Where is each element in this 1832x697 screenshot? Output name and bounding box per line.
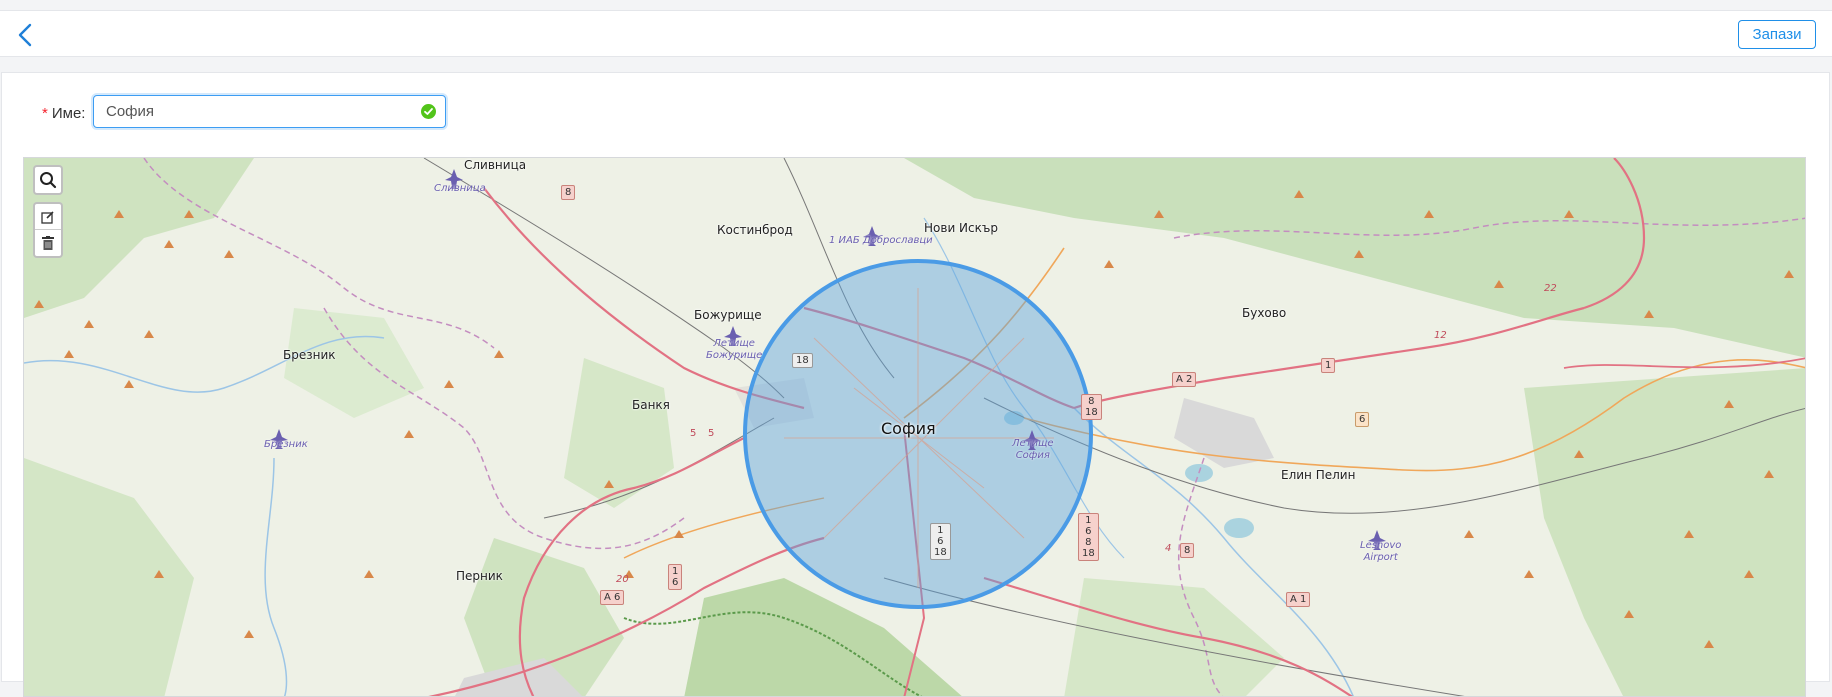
airport-label: 1 ИАБ Доброславци (829, 235, 933, 246)
road-number: 4 (1165, 543, 1172, 554)
road-shield: 1 6 (668, 564, 683, 590)
town-label: Брезник (283, 348, 336, 362)
town-label: Нови Искър (924, 221, 998, 235)
road-number: 20 (616, 574, 629, 585)
top-toolbar: Запази (0, 10, 1832, 57)
town-label: Костинброд (717, 223, 793, 237)
save-button[interactable]: Запази (1738, 20, 1816, 49)
town-label: Бухово (1242, 306, 1287, 320)
city-label: София (881, 419, 936, 438)
edit-layers-icon[interactable] (35, 204, 61, 230)
road-shield: 18 (792, 353, 813, 368)
map-search-control[interactable] (33, 165, 63, 195)
road-shield: 1 6 18 (930, 523, 951, 560)
road-number: 22 (1544, 283, 1557, 294)
road-shield: 8 (561, 185, 576, 200)
road-shield: 8 18 (1081, 394, 1102, 420)
road-shield: A 1 (1286, 592, 1311, 607)
edit-form-card: * Име : София Сливница Костинброд Нови И… (1, 72, 1830, 697)
town-label: Сливница (464, 158, 527, 172)
back-arrow-icon[interactable] (14, 22, 38, 48)
road-shield: A 2 (1172, 372, 1197, 387)
road-shield: 1 (1321, 358, 1336, 373)
search-icon[interactable] (35, 167, 61, 193)
road-number: 12 (1434, 330, 1447, 341)
road-number: 5 (690, 428, 697, 439)
road-number: 5 (708, 428, 715, 439)
name-field-row: * Име : (42, 97, 85, 129)
delete-layers-icon[interactable] (35, 230, 61, 256)
airport-label: Брезник (264, 439, 308, 450)
town-label: Елин Пелин (1281, 468, 1356, 482)
name-input[interactable] (94, 96, 414, 127)
name-input-wrapper[interactable] (93, 95, 446, 128)
label-colon: : (81, 104, 86, 122)
road-shield: 6 (1355, 412, 1370, 427)
required-marker: * (42, 104, 48, 122)
airport-label: Lesnovo Airport (1360, 540, 1402, 563)
airport-label: Летище Божурище (706, 338, 763, 361)
airport-label: Сливница (434, 183, 486, 194)
road-shield: 8 (1180, 543, 1195, 558)
town-label: Перник (456, 569, 503, 583)
valid-check-icon (421, 104, 436, 119)
airport-label: Летище София (1012, 438, 1054, 461)
road-shield: 1 6 8 18 (1078, 513, 1099, 561)
town-label: Божурище (694, 308, 762, 322)
name-label: Име (51, 104, 82, 122)
road-shield: A 6 (600, 590, 625, 605)
map-view[interactable]: Сливница Костинброд Нови Искър Божурище … (23, 157, 1806, 697)
town-label: Банкя (632, 398, 670, 412)
map-draw-toolbar (33, 202, 63, 258)
